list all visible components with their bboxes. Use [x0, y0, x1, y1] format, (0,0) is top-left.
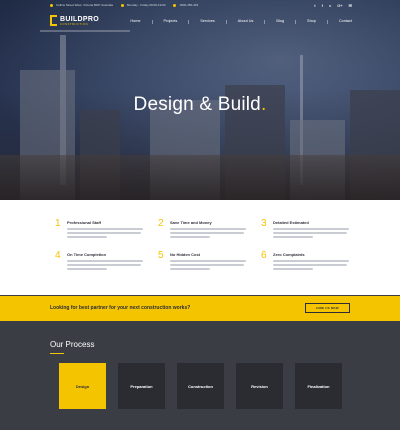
- feature-text-line: [67, 228, 143, 230]
- feature-text-line: [170, 268, 210, 270]
- feature-text-line: [67, 268, 107, 270]
- process-step-finalization[interactable]: Finalization: [295, 363, 342, 409]
- cta-banner: Looking for best partner for your next c…: [0, 296, 400, 321]
- location-icon: [50, 3, 53, 7]
- features-section: 1 Professional Staff 2 Save Time and Mon…: [0, 200, 400, 295]
- feature-number: 5: [158, 250, 164, 261]
- nav-divider: [188, 19, 190, 24]
- feature-text-line: [67, 264, 141, 266]
- feature-text-line: [170, 264, 244, 266]
- brand-logo[interactable]: BUILDPRO CONSTRUCTION: [50, 15, 99, 26]
- phone-icon: [173, 3, 177, 7]
- feature-number: 3: [261, 218, 267, 229]
- vimeo-icon[interactable]: v: [329, 3, 331, 8]
- nav-divider: [326, 19, 328, 24]
- hero-title-accent: .: [260, 94, 267, 115]
- feature-title: Detailed Estimated: [273, 220, 309, 225]
- process-step-preparation[interactable]: Preparation: [118, 363, 165, 409]
- social-links: t f v G+ ✉: [314, 3, 352, 8]
- logo-text: BUILDPRO CONSTRUCTION: [60, 16, 99, 26]
- feature-text-line: [273, 232, 347, 234]
- main-nav: Home Projects Services About Us Blog Sho…: [130, 19, 352, 24]
- feature-text-line: [170, 260, 246, 262]
- hero-section: Collins Street West, Victoria 8007 Austr…: [0, 0, 400, 200]
- feature-number: 2: [158, 218, 164, 229]
- feature-number: 1: [55, 218, 61, 229]
- nav-divider: [151, 19, 153, 24]
- cta-text: Looking for best partner for your next c…: [50, 305, 191, 311]
- nav-divider: [264, 19, 266, 24]
- hours-text: Monday - Friday 08:00-19:00: [126, 3, 166, 7]
- feature-text-line: [67, 236, 107, 238]
- phone-text: 1800-456-403: [179, 3, 199, 7]
- brand-name: BUILDPRO: [60, 15, 99, 23]
- nav-projects[interactable]: Projects: [164, 19, 178, 24]
- ground: [0, 155, 400, 200]
- feature-title: On Time Completion: [67, 252, 107, 257]
- twitter-icon[interactable]: t: [314, 3, 315, 8]
- nav-divider: [225, 19, 227, 24]
- title-underline: [50, 353, 64, 354]
- feature-number: 4: [55, 250, 61, 261]
- hours-item: Monday - Friday 08:00-19:00: [120, 3, 166, 7]
- facebook-icon[interactable]: f: [322, 3, 323, 8]
- mail-icon[interactable]: ✉: [349, 3, 352, 8]
- nav-shop[interactable]: Shop: [307, 19, 316, 24]
- feature-text-line: [170, 236, 210, 238]
- feature-text-line: [67, 232, 141, 234]
- nav-contact[interactable]: Contact: [339, 19, 352, 24]
- address-item: Collins Street West, Victoria 8007 Austr…: [50, 3, 113, 7]
- feature-text-line: [273, 264, 347, 266]
- process-title: Our Process: [50, 340, 95, 349]
- feature-title: Zero Complaints: [273, 252, 305, 257]
- feature-title: No Hidden Cost: [170, 252, 200, 257]
- feature-number: 6: [261, 250, 267, 261]
- hero-title-text: Design & Build: [133, 94, 261, 115]
- nav-divider: [295, 19, 297, 24]
- feature-text-line: [170, 228, 246, 230]
- process-step-design[interactable]: Design: [59, 363, 106, 409]
- logo-icon: [50, 15, 57, 26]
- process-step-revision[interactable]: Revision: [236, 363, 283, 409]
- nav-services[interactable]: Services: [200, 19, 215, 24]
- address-text: Collins Street West, Victoria 8007 Austr…: [56, 3, 113, 7]
- nav-home[interactable]: Home: [130, 19, 140, 24]
- feature-title: Professional Staff: [67, 220, 102, 225]
- google-plus-icon[interactable]: G+: [337, 3, 342, 8]
- clock-icon: [120, 3, 124, 7]
- nav-blog[interactable]: Blog: [276, 19, 284, 24]
- crane-arm: [40, 30, 130, 32]
- brand-tagline: CONSTRUCTION: [60, 22, 89, 26]
- feature-text-line: [273, 260, 349, 262]
- feature-text-line: [273, 228, 349, 230]
- hire-us-button[interactable]: HIRE US NOW: [305, 303, 350, 313]
- feature-text-line: [67, 260, 143, 262]
- feature-title: Save Time and Money: [170, 220, 212, 225]
- feature-text-line: [273, 268, 313, 270]
- phone-item: 1800-456-403: [173, 3, 198, 7]
- feature-text-line: [170, 232, 244, 234]
- hero-title: Design & Build.: [0, 94, 400, 116]
- nav-about-us[interactable]: About Us: [238, 19, 254, 24]
- process-section: Our Process Design Preparation Construct…: [0, 321, 400, 430]
- feature-text-line: [273, 236, 313, 238]
- process-step-construction[interactable]: Construction: [177, 363, 224, 409]
